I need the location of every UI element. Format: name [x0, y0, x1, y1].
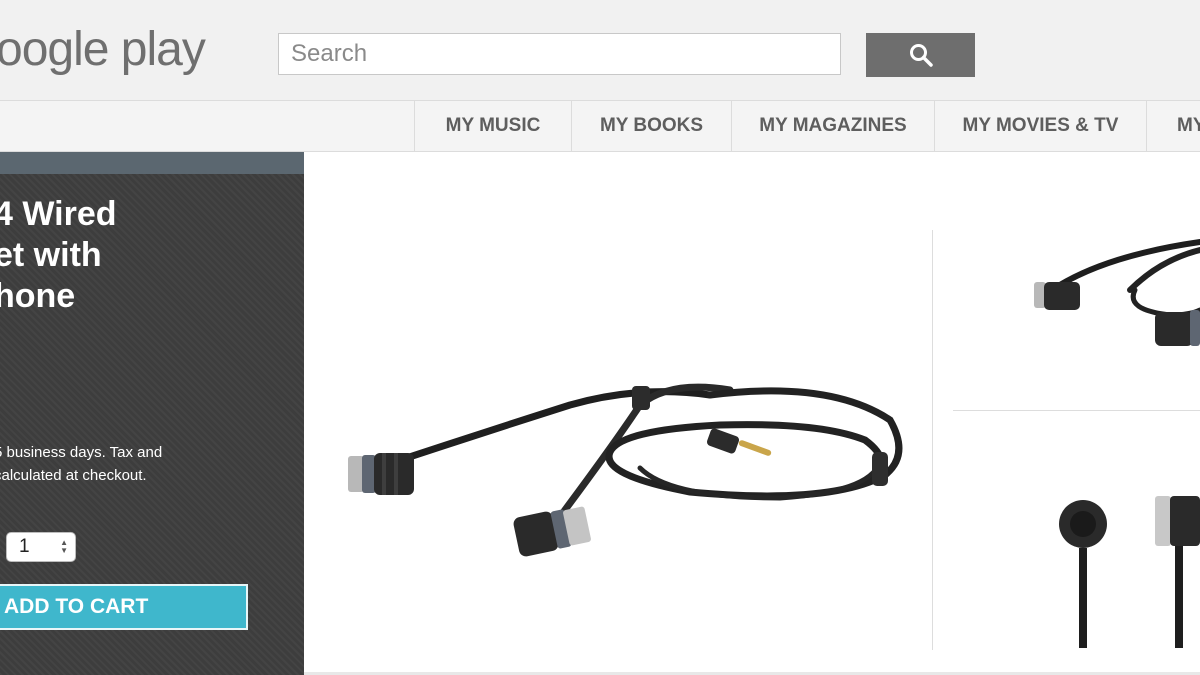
image-divider-vertical [932, 230, 933, 650]
quantity-stepper[interactable]: 1 ▲ ▼ [6, 532, 76, 562]
add-to-cart-button[interactable]: ADD TO CART [0, 584, 248, 630]
shipping-note-line: 5 business days. Tax and [0, 444, 163, 461]
shipping-note-line: calculated at checkout. [0, 467, 147, 484]
earphones-thumbnail-2[interactable] [950, 420, 1200, 660]
product-title-line: hone [0, 277, 76, 315]
product-title: 4 Wired et with hone [0, 194, 294, 317]
google-play-logo[interactable]: oogle play [0, 22, 206, 77]
quantity-value: 1 [19, 536, 30, 557]
google-play-product-page: oogle play MY MUSIC MY BOOKS MY MAGAZINE… [0, 0, 1200, 675]
header-bar: oogle play [0, 0, 1200, 101]
shipping-note: 5 business days. Tax and calculated at c… [0, 441, 294, 487]
search-button[interactable] [866, 33, 975, 77]
earphones-main-image[interactable] [310, 230, 910, 610]
earphones-thumbnail-1[interactable] [950, 230, 1200, 405]
stepper-arrows-icon[interactable]: ▲ ▼ [60, 539, 68, 555]
nav-my-movies-tv[interactable]: MY MOVIES & TV [934, 101, 1146, 151]
product-info-panel: 4 Wired et with hone 5 business days. Ta… [0, 152, 304, 675]
search-icon [909, 44, 933, 67]
search-input[interactable] [278, 33, 841, 75]
nav-my-devices[interactable]: MY [1146, 101, 1200, 151]
product-title-line: 4 Wired [0, 195, 117, 233]
product-title-line: et with [0, 236, 102, 274]
nav-my-books[interactable]: MY BOOKS [571, 101, 731, 151]
top-nav: MY MUSIC MY BOOKS MY MAGAZINES MY MOVIES… [0, 101, 1200, 152]
panel-top-stripe [0, 152, 304, 174]
nav-my-music[interactable]: MY MUSIC [414, 101, 571, 151]
nav-my-magazines[interactable]: MY MAGAZINES [731, 101, 934, 151]
image-divider-horizontal [953, 410, 1200, 411]
